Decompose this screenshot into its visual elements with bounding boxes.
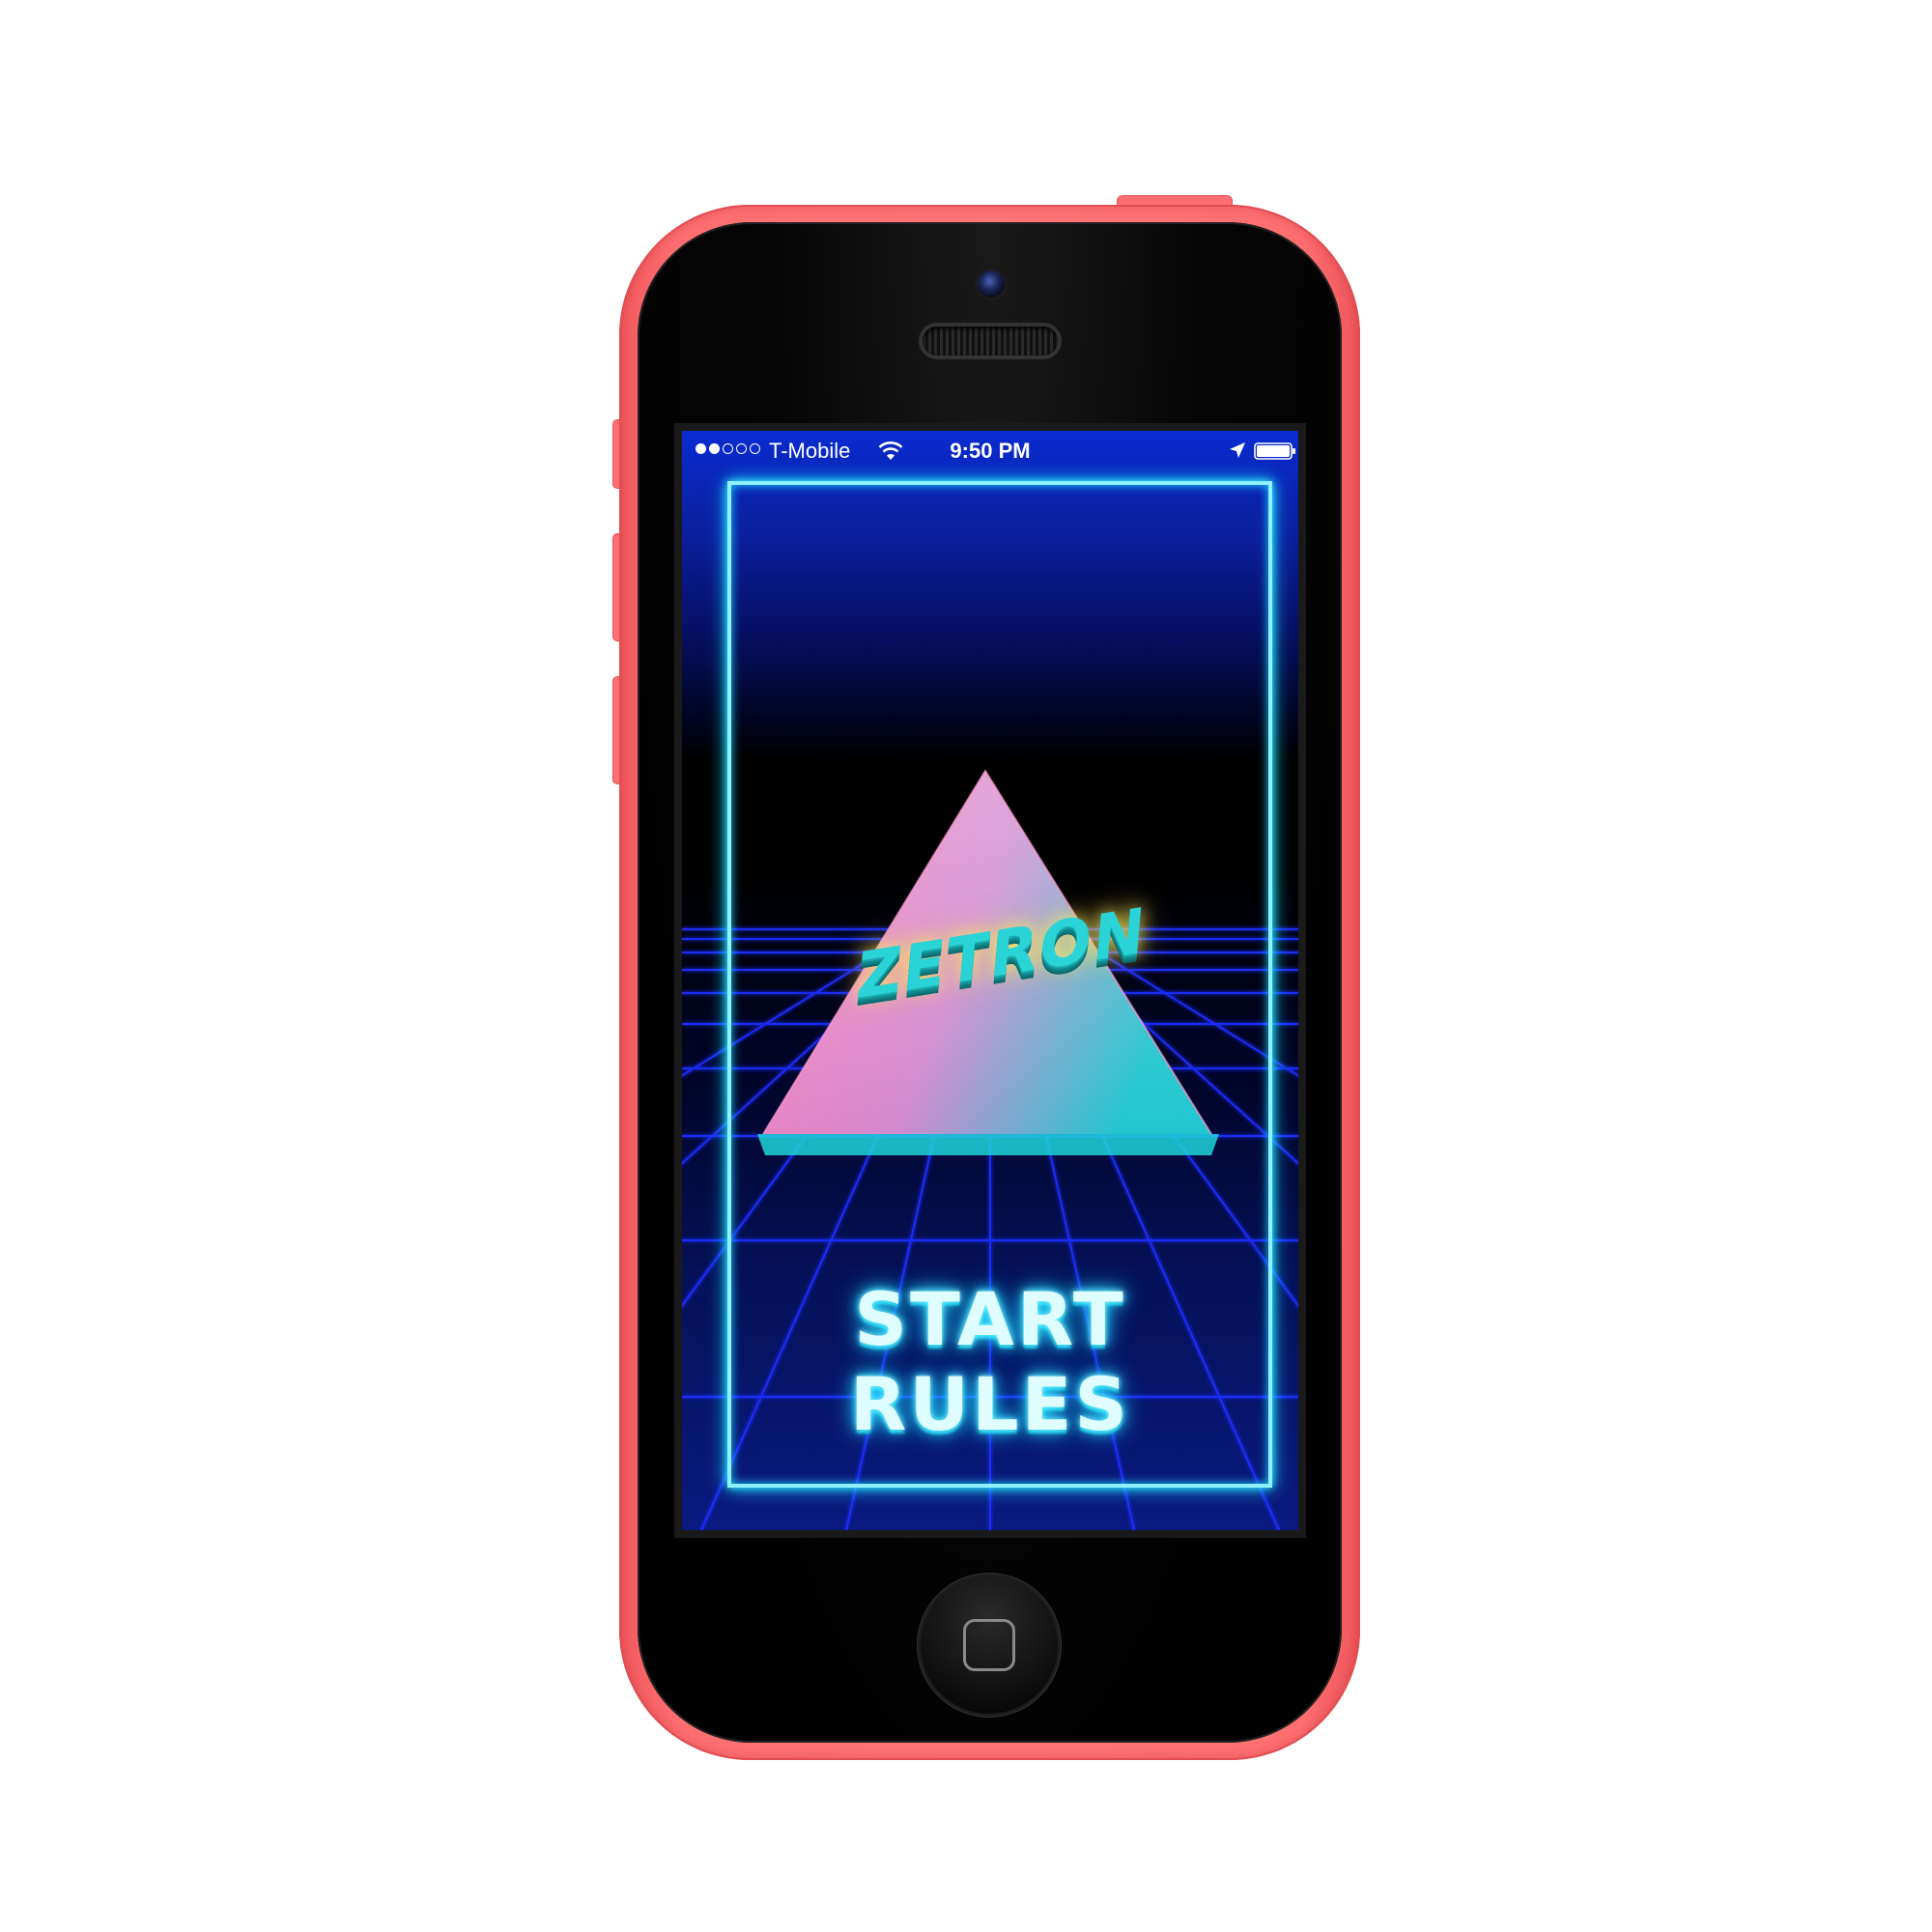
rules-button[interactable]: RULES <box>682 1368 1298 1441</box>
start-button[interactable]: START <box>682 1283 1298 1356</box>
app-screen: T-Mobile 9:50 PM ZETRON START RULES <box>674 423 1306 1538</box>
front-camera-icon <box>978 270 1005 298</box>
earpiece-speaker <box>923 327 1058 355</box>
home-square-icon <box>963 1619 1015 1671</box>
